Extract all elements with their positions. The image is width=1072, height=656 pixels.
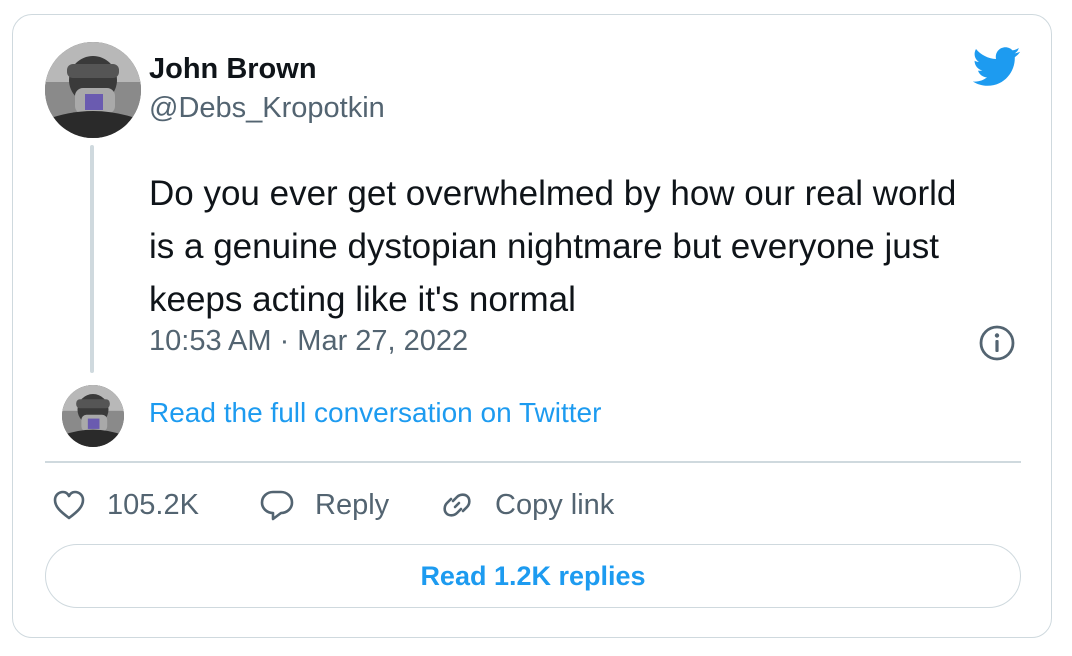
divider [45, 461, 1021, 463]
conversation-avatar[interactable] [62, 385, 124, 447]
tweet-embed-card: John Brown @Debs_Kropotkin Do you ever g… [12, 14, 1052, 638]
tweet-text: Do you ever get overwhelmed by how our r… [149, 174, 957, 319]
author-handle[interactable]: @Debs_Kropotkin [149, 92, 385, 125]
copy-link-label: Copy link [495, 488, 615, 521]
tweet-timestamp[interactable]: 10:53 AM · Mar 27, 2022 [149, 325, 468, 358]
author-name[interactable]: John Brown [149, 53, 317, 86]
reply-label: Reply [315, 488, 390, 521]
author-avatar[interactable] [45, 42, 141, 138]
heart-icon [49, 485, 89, 525]
like-count: 105.2K [107, 488, 199, 521]
reply-bubble-icon [257, 485, 297, 525]
read-conversation-link[interactable]: Read the full conversation on Twitter [149, 397, 601, 429]
twitter-bird-icon[interactable] [972, 47, 1021, 87]
info-icon[interactable] [977, 323, 1017, 363]
thread-line [90, 145, 94, 373]
reply-button[interactable]: Reply [257, 485, 389, 525]
like-button[interactable]: 105.2K [49, 485, 199, 525]
copy-link-button[interactable]: Copy link [437, 485, 614, 525]
read-replies-button[interactable]: Read 1.2K replies [45, 544, 1021, 608]
link-icon [437, 485, 477, 525]
